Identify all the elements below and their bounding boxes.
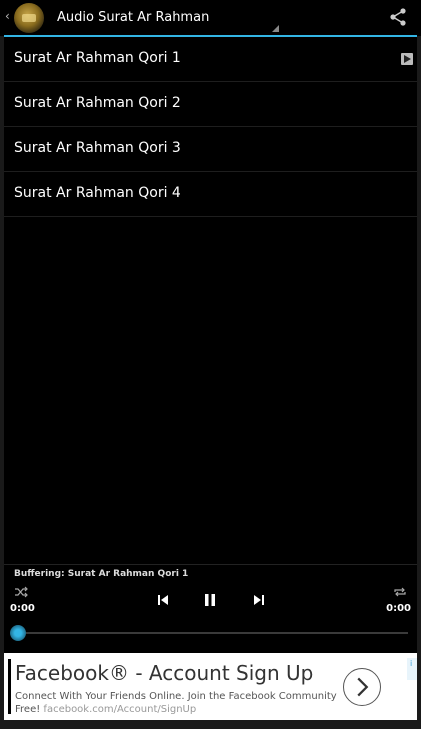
- app-logo-icon[interactable]: [14, 3, 44, 33]
- skip-previous-icon[interactable]: [154, 591, 172, 609]
- ad-accent-bar: [8, 659, 11, 714]
- repeat-icon[interactable]: [393, 586, 407, 598]
- elapsed-time: 0:00: [10, 603, 35, 614]
- skip-next-icon[interactable]: [250, 591, 268, 609]
- total-time: 0:00: [386, 603, 411, 614]
- list-item[interactable]: Surat Ar Rahman Qori 1: [4, 37, 417, 82]
- ad-body: Connect With Your Friends Online. Join t…: [15, 690, 340, 716]
- shuffle-icon[interactable]: [14, 586, 28, 598]
- list-item-label: Surat Ar Rahman Qori 4: [14, 185, 181, 201]
- player-status: Buffering: Surat Ar Rahman Qori 1: [14, 569, 189, 579]
- track-list: Surat Ar Rahman Qori 1 Surat Ar Rahman Q…: [4, 37, 417, 217]
- ad-info-icon[interactable]: [407, 658, 417, 680]
- list-item[interactable]: Surat Ar Rahman Qori 4: [4, 172, 417, 217]
- up-navigation-icon[interactable]: ‹: [5, 9, 10, 23]
- list-item[interactable]: Surat Ar Rahman Qori 2: [4, 82, 417, 127]
- ad-url[interactable]: facebook.com/Account/SignUp: [43, 704, 196, 715]
- pause-icon[interactable]: [201, 591, 219, 609]
- ad-banner[interactable]: Facebook® - Account Sign Up Connect With…: [4, 653, 417, 720]
- media-player: Buffering: Surat Ar Rahman Qori 1 0:00 0…: [4, 564, 417, 654]
- now-playing-icon: [401, 53, 413, 65]
- app-title: Audio Surat Ar Rahman: [57, 10, 210, 25]
- list-item-label: Surat Ar Rahman Qori 1: [14, 50, 181, 66]
- list-item-label: Surat Ar Rahman Qori 3: [14, 140, 181, 156]
- bottom-frame: [0, 720, 421, 729]
- list-item[interactable]: Surat Ar Rahman Qori 3: [4, 127, 417, 172]
- seek-thumb[interactable]: [10, 625, 26, 641]
- list-item-label: Surat Ar Rahman Qori 2: [14, 95, 181, 111]
- ad-headline[interactable]: Facebook® - Account Sign Up: [15, 661, 313, 685]
- seek-bar[interactable]: [14, 632, 408, 634]
- share-icon[interactable]: [389, 7, 407, 27]
- chevron-right-icon[interactable]: [343, 668, 381, 706]
- action-bar: ‹ Audio Surat Ar Rahman: [0, 0, 421, 37]
- spinner-indicator-icon: [272, 25, 279, 32]
